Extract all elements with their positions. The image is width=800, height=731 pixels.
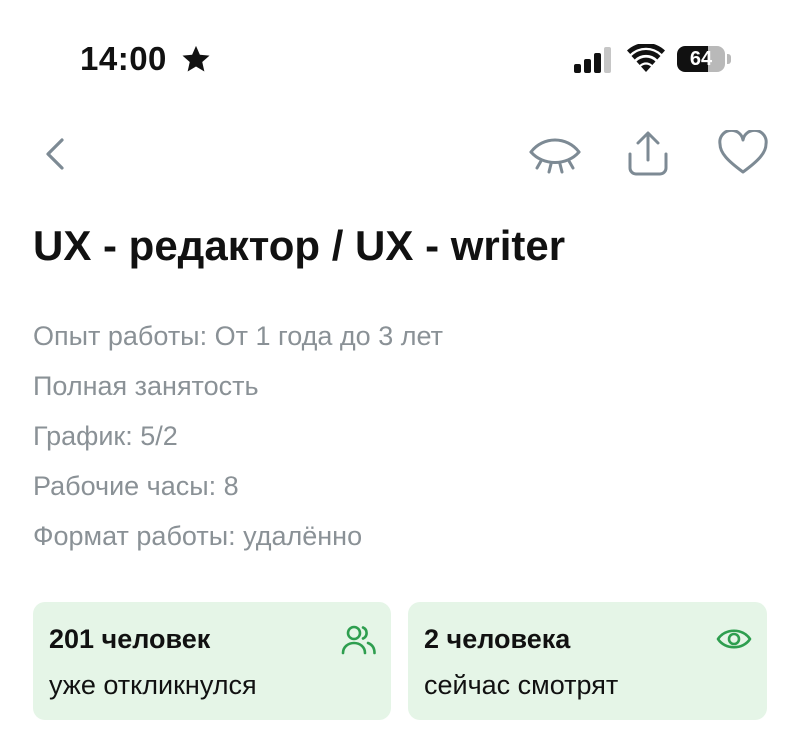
watching-label: сейчас смотрят (424, 670, 619, 700)
share-icon[interactable] (622, 128, 674, 178)
responded-count: 201 человек (49, 624, 211, 654)
detail-schedule: График: 5/2 (33, 421, 178, 451)
responded-label: уже откликнулся (49, 670, 257, 700)
eye-off-icon[interactable] (527, 130, 583, 176)
detail-experience: Опыт работы: От 1 года до 3 лет (33, 321, 443, 351)
battery-percent: 64 (689, 48, 713, 70)
status-time: 14:00 (80, 40, 167, 77)
vacancy-details: Опыт работы: От 1 года до 3 лет Полная з… (33, 318, 443, 568)
detail-hours: Рабочие часы: 8 (33, 471, 239, 501)
detail-employment: Полная занятость (33, 371, 259, 401)
heart-icon[interactable] (716, 130, 770, 176)
star-icon (182, 45, 210, 72)
back-icon[interactable] (38, 132, 78, 176)
detail-work-format: Формат работы: удалённо (33, 521, 363, 551)
eye-icon (716, 629, 752, 649)
wifi-icon (627, 44, 665, 72)
watching-count: 2 человека (424, 624, 571, 654)
responded-card: 201 человек уже откликнулся (33, 602, 391, 720)
people-icon (341, 625, 376, 655)
status-bar: 14:00 64 (0, 0, 800, 110)
signal-icon (574, 47, 611, 73)
watching-card: 2 человека сейчас смотрят (408, 602, 767, 720)
vacancy-title: UX - редактор / UX - writer (33, 222, 566, 269)
battery-icon: 64 (677, 46, 731, 72)
